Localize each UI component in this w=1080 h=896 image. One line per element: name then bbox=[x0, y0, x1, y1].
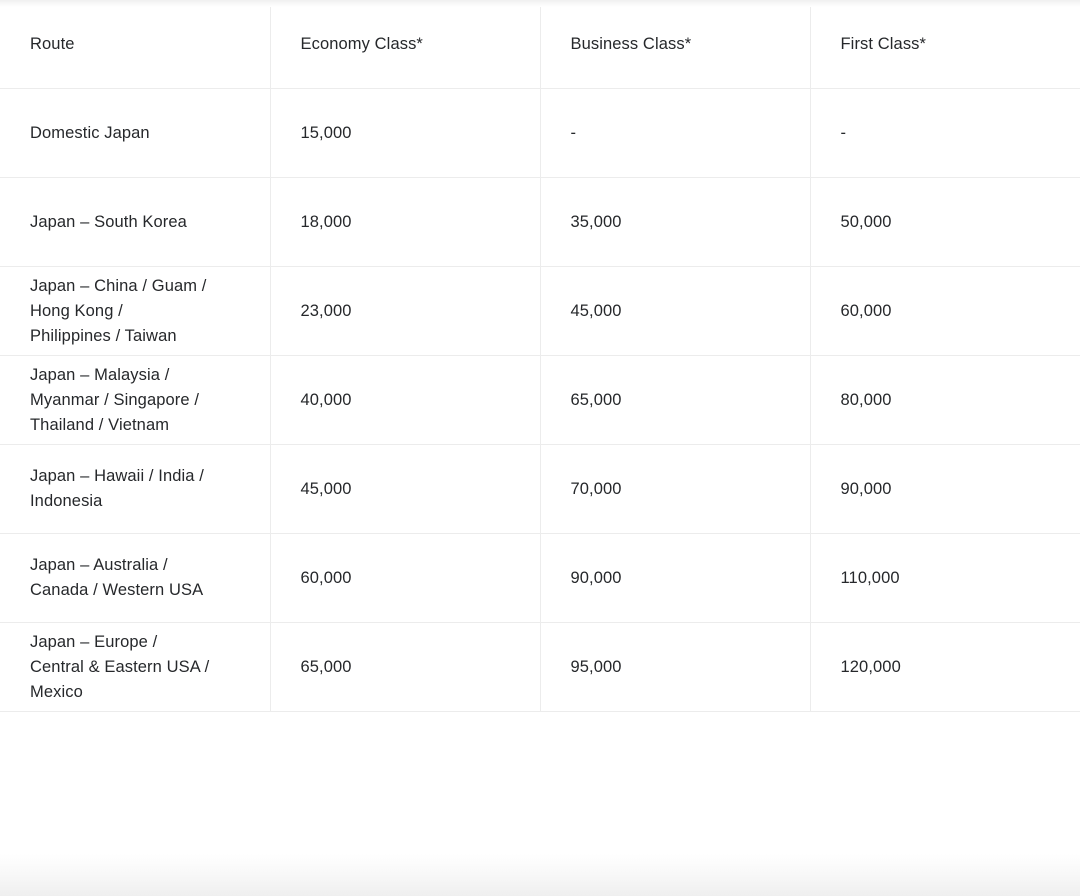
route-label: Japan – South Korea bbox=[30, 212, 187, 231]
cell-economy: 40,000 bbox=[270, 355, 541, 445]
cell-economy: 15,000 bbox=[270, 88, 541, 178]
cell-first: - bbox=[810, 88, 1080, 178]
route-label: Domestic Japan bbox=[30, 123, 150, 142]
route-label: Japan – Europe / Central & Eastern USA /… bbox=[30, 632, 210, 701]
column-header-business[interactable]: Business Class* bbox=[540, 0, 811, 89]
cell-business: 35,000 bbox=[540, 177, 811, 267]
route-label: Japan – Hawaii / India / Indonesia bbox=[30, 467, 204, 510]
table-row: Domestic Japan 15,000 - - bbox=[0, 88, 1080, 178]
column-header-route[interactable]: Route bbox=[0, 0, 271, 89]
economy-value: 60,000 bbox=[300, 568, 352, 587]
first-value: - bbox=[840, 123, 847, 142]
business-value: 70,000 bbox=[570, 479, 622, 498]
cell-route: Japan – Hawaii / India / Indonesia bbox=[0, 444, 271, 534]
first-value: 110,000 bbox=[840, 568, 900, 587]
economy-value: 23,000 bbox=[300, 301, 352, 320]
cell-route: Japan – South Korea bbox=[0, 177, 271, 267]
business-value: 45,000 bbox=[570, 301, 622, 320]
route-label: Japan – Australia / Canada / Western USA bbox=[30, 556, 204, 599]
economy-value: 65,000 bbox=[300, 657, 352, 676]
column-header-first[interactable]: First Class* bbox=[810, 0, 1080, 89]
economy-value: 18,000 bbox=[300, 212, 352, 231]
column-header-label: Route bbox=[30, 34, 75, 53]
bottom-edge-fade bbox=[0, 854, 1080, 896]
economy-value: 40,000 bbox=[300, 390, 352, 409]
column-header-label: Business Class* bbox=[570, 34, 692, 53]
cell-business: 90,000 bbox=[540, 533, 811, 623]
economy-value: 15,000 bbox=[300, 123, 352, 142]
table-row: Japan – Malaysia / Myanmar / Singapore /… bbox=[0, 355, 1080, 445]
cell-route: Japan – Malaysia / Myanmar / Singapore /… bbox=[0, 355, 271, 445]
economy-value: 45,000 bbox=[300, 479, 352, 498]
business-value: 90,000 bbox=[570, 568, 622, 587]
award-chart-table: Route Economy Class* Business Class* Fir… bbox=[0, 0, 1080, 712]
first-value: 90,000 bbox=[840, 479, 892, 498]
first-value: 80,000 bbox=[840, 390, 892, 409]
table-row: Japan – Hawaii / India / Indonesia 45,00… bbox=[0, 444, 1080, 534]
column-header-label: Economy Class* bbox=[300, 34, 423, 53]
table-row: Japan – South Korea 18,000 35,000 50,000 bbox=[0, 177, 1080, 267]
route-label: Japan – Malaysia / Myanmar / Singapore /… bbox=[30, 365, 200, 434]
table-row: Japan – China / Guam / Hong Kong / Phili… bbox=[0, 266, 1080, 356]
business-value: 95,000 bbox=[570, 657, 622, 676]
cell-business: - bbox=[540, 88, 811, 178]
cell-route: Japan – China / Guam / Hong Kong / Phili… bbox=[0, 266, 271, 356]
column-header-economy[interactable]: Economy Class* bbox=[270, 0, 541, 89]
column-header-label: First Class* bbox=[840, 34, 927, 53]
cell-economy: 23,000 bbox=[270, 266, 541, 356]
table-header-row: Route Economy Class* Business Class* Fir… bbox=[0, 0, 1080, 89]
cell-first: 110,000 bbox=[810, 533, 1080, 623]
cell-route: Japan – Europe / Central & Eastern USA /… bbox=[0, 622, 271, 712]
cell-business: 95,000 bbox=[540, 622, 811, 712]
cell-business: 70,000 bbox=[540, 444, 811, 534]
cell-economy: 65,000 bbox=[270, 622, 541, 712]
cell-business: 65,000 bbox=[540, 355, 811, 445]
cell-route: Domestic Japan bbox=[0, 88, 271, 178]
route-label: Japan – China / Guam / Hong Kong / Phili… bbox=[30, 276, 207, 345]
cell-economy: 60,000 bbox=[270, 533, 541, 623]
table-header: Route Economy Class* Business Class* Fir… bbox=[0, 0, 1080, 89]
cell-economy: 45,000 bbox=[270, 444, 541, 534]
business-value: 35,000 bbox=[570, 212, 622, 231]
first-value: 120,000 bbox=[840, 657, 901, 676]
cell-first: 120,000 bbox=[810, 622, 1080, 712]
cell-first: 90,000 bbox=[810, 444, 1080, 534]
cell-first: 50,000 bbox=[810, 177, 1080, 267]
business-value: 65,000 bbox=[570, 390, 622, 409]
table-body: Domestic Japan 15,000 - - Japan – South … bbox=[0, 88, 1080, 712]
cell-business: 45,000 bbox=[540, 266, 811, 356]
first-value: 50,000 bbox=[840, 212, 892, 231]
table-row: Japan – Europe / Central & Eastern USA /… bbox=[0, 622, 1080, 712]
cell-first: 60,000 bbox=[810, 266, 1080, 356]
table-row: Japan – Australia / Canada / Western USA… bbox=[0, 533, 1080, 623]
award-chart-viewport: Route Economy Class* Business Class* Fir… bbox=[0, 0, 1080, 896]
first-value: 60,000 bbox=[840, 301, 892, 320]
cell-first: 80,000 bbox=[810, 355, 1080, 445]
cell-route: Japan – Australia / Canada / Western USA bbox=[0, 533, 271, 623]
cell-economy: 18,000 bbox=[270, 177, 541, 267]
business-value: - bbox=[570, 123, 577, 142]
